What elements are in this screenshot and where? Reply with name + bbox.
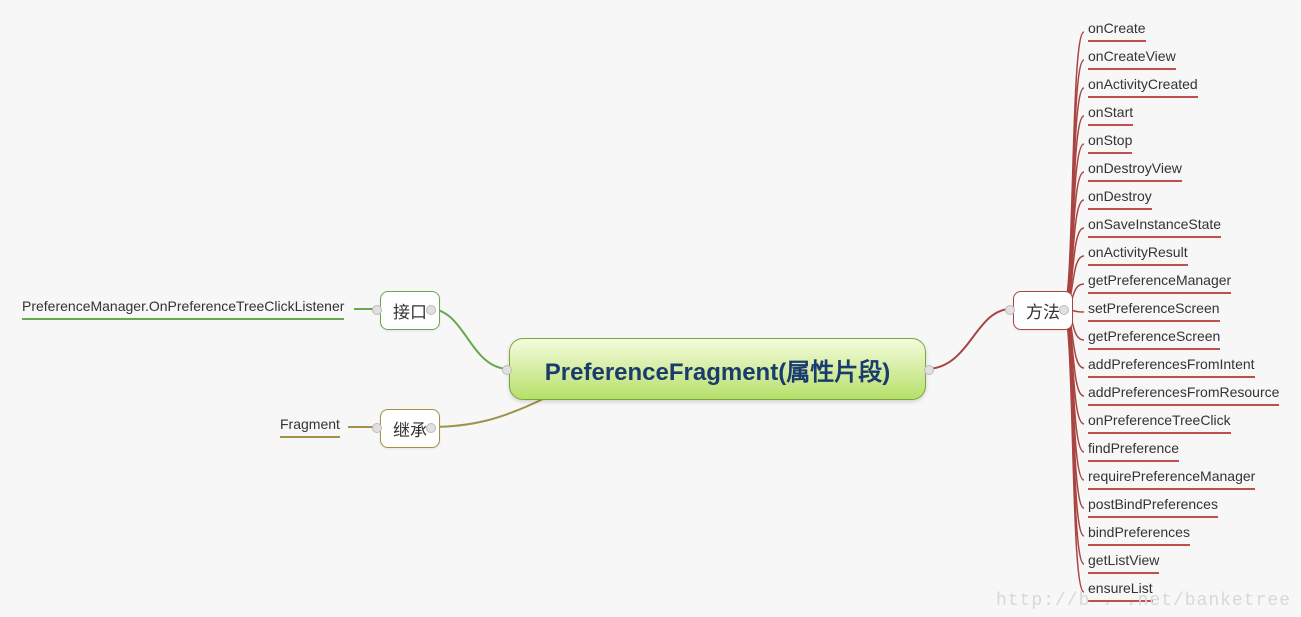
method-leaf-label: postBindPreferences: [1088, 496, 1218, 512]
branch-extends-conn-left: [372, 423, 382, 433]
method-leaf[interactable]: onCreate: [1088, 20, 1146, 42]
method-leaf-label: getPreferenceManager: [1088, 272, 1231, 288]
branch-extends-label: 继承: [393, 416, 427, 441]
method-leaf-label: onPreferenceTreeClick: [1088, 412, 1231, 428]
branch-extends-conn-right: [426, 423, 436, 433]
branch-methods-conn-left: [1005, 305, 1015, 315]
method-leaf[interactable]: onStart: [1088, 104, 1133, 126]
method-leaf-label: addPreferencesFromIntent: [1088, 356, 1255, 372]
method-leaf-label: onCreate: [1088, 20, 1146, 36]
method-leaf[interactable]: getPreferenceScreen: [1088, 328, 1220, 350]
root-node[interactable]: PreferenceFragment(属性片段): [509, 338, 926, 400]
method-leaf[interactable]: findPreference: [1088, 440, 1179, 462]
method-leaf[interactable]: onPreferenceTreeClick: [1088, 412, 1231, 434]
method-leaf-label: onSaveInstanceState: [1088, 216, 1221, 232]
method-leaf-label: bindPreferences: [1088, 524, 1190, 540]
method-leaf[interactable]: onCreateView: [1088, 48, 1176, 70]
branch-methods-label: 方法: [1026, 298, 1060, 323]
branch-interface-conn-left: [372, 305, 382, 315]
branch-interface-label: 接口: [393, 298, 427, 323]
method-leaf-label: requirePreferenceManager: [1088, 468, 1255, 484]
method-leaf-label: onStart: [1088, 104, 1133, 120]
method-leaf-label: onActivityResult: [1088, 244, 1188, 260]
method-leaf[interactable]: addPreferencesFromIntent: [1088, 356, 1255, 378]
method-leaf-label: onDestroyView: [1088, 160, 1182, 176]
method-leaf-label: onDestroy: [1088, 188, 1152, 204]
method-leaf-label: getPreferenceScreen: [1088, 328, 1220, 344]
root-connector-right: [924, 365, 934, 375]
root-label: PreferenceFragment(属性片段): [545, 352, 890, 387]
method-leaf-label: onActivityCreated: [1088, 76, 1198, 92]
method-leaf[interactable]: onStop: [1088, 132, 1132, 154]
method-leaf[interactable]: onSaveInstanceState: [1088, 216, 1221, 238]
method-leaf[interactable]: onDestroyView: [1088, 160, 1182, 182]
method-leaf-label: onCreateView: [1088, 48, 1176, 64]
method-leaf[interactable]: onDestroy: [1088, 188, 1152, 210]
method-leaf[interactable]: onActivityCreated: [1088, 76, 1198, 98]
method-leaf-label: onStop: [1088, 132, 1132, 148]
method-leaf[interactable]: getPreferenceManager: [1088, 272, 1231, 294]
method-leaf[interactable]: requirePreferenceManager: [1088, 468, 1255, 490]
leaf-extends-label: Fragment: [280, 416, 340, 432]
method-leaf-label: addPreferencesFromResource: [1088, 384, 1279, 400]
method-leaf-label: setPreferenceScreen: [1088, 300, 1220, 316]
watermark: http://b . .net/banketree: [996, 591, 1291, 611]
leaf-extends[interactable]: Fragment: [280, 416, 340, 438]
method-leaf[interactable]: addPreferencesFromResource: [1088, 384, 1279, 406]
leaf-interface[interactable]: PreferenceManager.OnPreferenceTreeClickL…: [22, 298, 344, 320]
method-leaf-label: getListView: [1088, 552, 1159, 568]
root-connector-left: [502, 365, 512, 375]
method-leaf-label: findPreference: [1088, 440, 1179, 456]
method-leaf[interactable]: setPreferenceScreen: [1088, 300, 1220, 322]
branch-methods-conn-right: [1059, 305, 1069, 315]
method-leaf[interactable]: bindPreferences: [1088, 524, 1190, 546]
method-leaf[interactable]: getListView: [1088, 552, 1159, 574]
branch-interface-conn-right: [426, 305, 436, 315]
method-leaf[interactable]: onActivityResult: [1088, 244, 1188, 266]
method-leaf[interactable]: postBindPreferences: [1088, 496, 1218, 518]
leaf-interface-label: PreferenceManager.OnPreferenceTreeClickL…: [22, 298, 344, 314]
